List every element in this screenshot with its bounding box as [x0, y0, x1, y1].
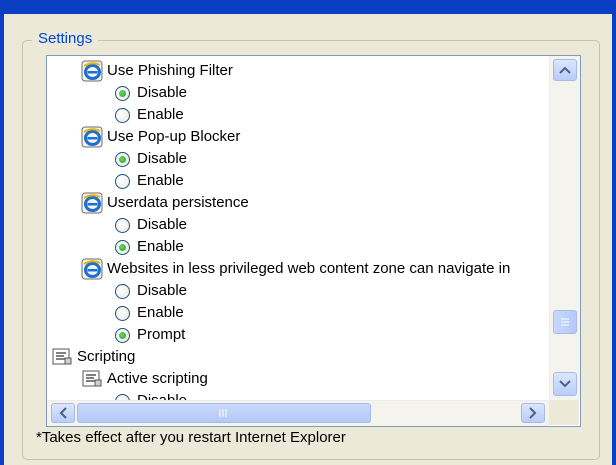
scrollbar-corner: [549, 400, 579, 425]
radio-phishing-enable[interactable]: Enable: [115, 104, 184, 126]
scroll-down-button[interactable]: [553, 372, 577, 396]
radio-navigation-prompt[interactable]: Prompt: [115, 324, 185, 346]
chevron-down-icon: [559, 380, 571, 388]
radio-label: Enable: [137, 172, 184, 190]
settings-group-title: Settings: [32, 29, 99, 49]
internet-explorer-icon: [81, 258, 103, 280]
radio-label: Disable: [137, 216, 188, 234]
restart-footnote: *Takes effect after you restart Internet…: [36, 429, 346, 446]
tree-item-userdata-persistence[interactable]: Userdata persistence: [81, 192, 249, 214]
grip-icon: [561, 318, 569, 326]
vertical-scrollbar[interactable]: [549, 56, 580, 400]
tree-item-label: Use Phishing Filter: [107, 62, 233, 80]
radio-unchecked-icon: [115, 107, 130, 123]
internet-explorer-icon: [81, 192, 103, 214]
radio-label: Enable: [137, 106, 184, 124]
radio-checked-icon: [115, 327, 130, 343]
radio-label: Disable: [137, 84, 188, 102]
settings-tree-content: Use Phishing Filter Disable Enable Use P…: [47, 56, 548, 400]
radio-userdata-enable[interactable]: Enable: [115, 236, 184, 258]
radio-navigation-disable[interactable]: Disable: [115, 280, 187, 302]
tree-group-scripting[interactable]: Scripting: [51, 346, 135, 368]
window-frame-right: [612, 14, 616, 465]
grip-icon: [219, 409, 227, 417]
chevron-left-icon: [59, 407, 67, 419]
radio-checked-icon: [115, 85, 130, 101]
tree-item-label: Websites in less privileged web content …: [107, 260, 511, 278]
chevron-right-icon: [529, 407, 537, 419]
scroll-left-button[interactable]: [51, 403, 75, 423]
internet-explorer-icon: [81, 126, 103, 148]
radio-popup-disable[interactable]: Disable: [115, 148, 187, 170]
radio-phishing-disable[interactable]: Disable: [115, 82, 187, 104]
radio-label: Disable: [137, 282, 188, 300]
radio-checked-icon: [115, 239, 130, 255]
chevron-up-icon: [559, 66, 571, 74]
tree-item-phishing-filter[interactable]: Use Phishing Filter: [81, 60, 233, 82]
radio-userdata-disable[interactable]: Disable: [115, 214, 187, 236]
radio-unchecked-icon: [115, 283, 130, 299]
tree-item-label: Userdata persistence: [107, 194, 249, 212]
radio-label: Enable: [137, 238, 184, 256]
radio-active-scripting-disable[interactable]: Disable: [115, 390, 187, 400]
vertical-scroll-thumb[interactable]: [553, 310, 577, 334]
radio-label: Enable: [137, 304, 184, 322]
window-frame-left: [0, 14, 4, 465]
radio-checked-icon: [115, 151, 130, 167]
scroll-right-button[interactable]: [521, 403, 545, 423]
tree-item-label: Use Pop-up Blocker: [107, 128, 241, 146]
tree-item-popup-blocker[interactable]: Use Pop-up Blocker: [81, 126, 240, 148]
script-icon: [51, 347, 73, 367]
horizontal-scrollbar[interactable]: [47, 400, 549, 426]
internet-explorer-icon: [81, 60, 103, 82]
settings-tree[interactable]: Use Phishing Filter Disable Enable Use P…: [46, 55, 581, 427]
horizontal-scroll-thumb[interactable]: [77, 403, 371, 423]
radio-navigation-enable[interactable]: Enable: [115, 302, 184, 324]
tree-item-less-privileged-navigation[interactable]: Websites in less privileged web content …: [81, 258, 510, 280]
window-title-strip: [0, 0, 616, 14]
tree-item-label: Scripting: [77, 348, 136, 366]
radio-unchecked-icon: [115, 305, 130, 321]
tree-item-active-scripting[interactable]: Active scripting: [81, 368, 208, 390]
radio-label: Prompt: [137, 326, 186, 344]
radio-unchecked-icon: [115, 217, 130, 233]
radio-unchecked-icon: [115, 173, 130, 189]
radio-label: Disable: [137, 150, 188, 168]
script-icon: [81, 369, 103, 389]
scroll-up-button[interactable]: [553, 59, 577, 81]
radio-label: Disable: [137, 390, 187, 400]
tree-item-label: Active scripting: [107, 370, 208, 388]
radio-popup-enable[interactable]: Enable: [115, 170, 184, 192]
